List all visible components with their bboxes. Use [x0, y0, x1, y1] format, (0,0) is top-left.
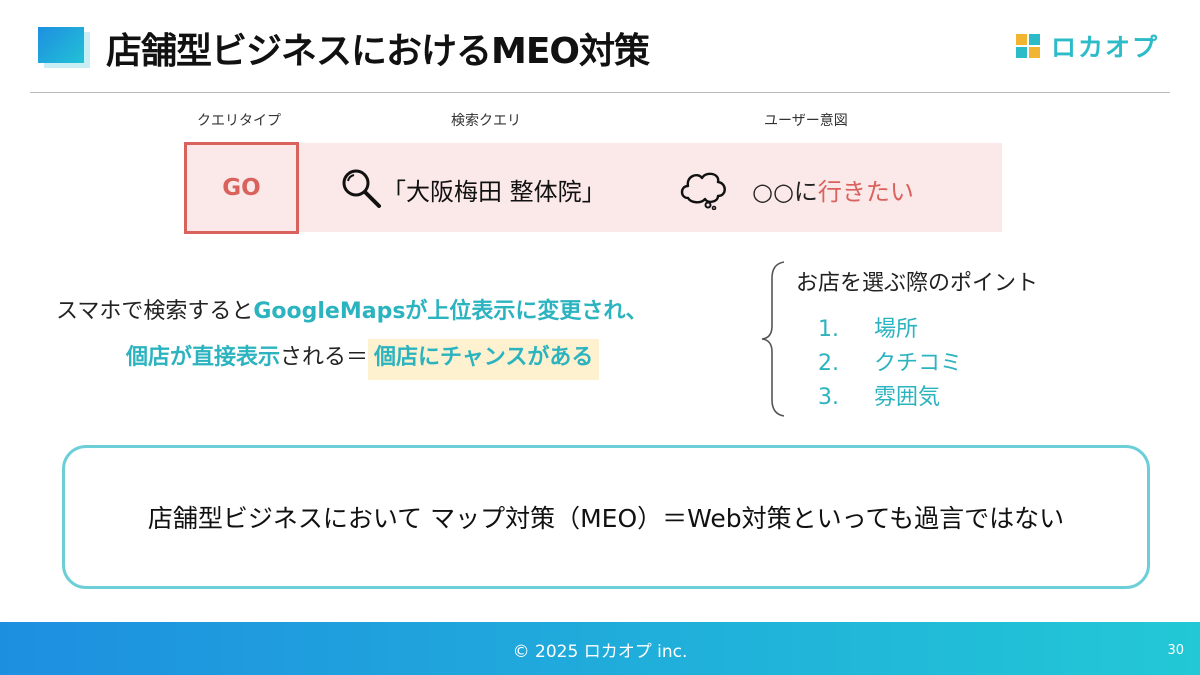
desc1-plain: スマホで検索すると: [56, 299, 254, 324]
query-type-box: GO: [184, 142, 299, 234]
query-type-label: クエリタイプ: [197, 113, 281, 129]
callout-text: 店舗型ビジネスにおいて マップ対策（MEO）＝Web対策といっても過言ではない: [147, 504, 1065, 533]
point-item: 1. 場所: [818, 311, 918, 343]
point-number: 3.: [818, 385, 839, 410]
conclusion-callout: 店舗型ビジネスにおいて マップ対策（MEO）＝Web対策といっても過言ではない: [62, 445, 1150, 589]
user-intent-label: ユーザー意図: [764, 113, 848, 129]
search-query-label: 検索クエリ: [451, 113, 521, 129]
desc2-emphasis: 個店が直接表示: [126, 345, 281, 370]
point-number: 1.: [818, 317, 839, 342]
desc1-emphasis: GoogleMapsが上位表示に変更され、: [253, 299, 648, 324]
intent-prefix: ○○に: [752, 178, 818, 206]
search-query-value: 「大阪梅田 整体院」: [382, 178, 606, 206]
page-title: 店舗型ビジネスにおけるMEO対策: [106, 31, 650, 72]
desc2-plain: される＝: [280, 345, 369, 370]
brand-logo: ロカオプ: [1016, 31, 1160, 62]
point-label: 場所: [874, 317, 919, 342]
point-label: 雰囲気: [874, 385, 941, 410]
point-item: 2. クチコミ: [818, 345, 962, 377]
logo-text: ロカオプ: [1051, 33, 1160, 62]
magnifier-icon: [342, 169, 381, 208]
points-title: お店を選ぶ際のポイント: [796, 271, 1039, 296]
point-number: 2.: [818, 351, 839, 376]
header-divider: [30, 92, 1170, 93]
page-number: 30: [1167, 643, 1184, 658]
description-line-1: スマホで検索するとGoogleMapsが上位表示に変更され、: [56, 293, 648, 325]
user-intent-value: ○○に行きたい: [752, 172, 914, 207]
point-item: 3. 雰囲気: [818, 379, 940, 411]
intent-highlight: 行きたい: [817, 178, 914, 206]
copyright-text: © 2025 ロカオプ inc.: [512, 642, 688, 662]
title-accent-mark: [38, 27, 84, 63]
query-type-value: GO: [222, 175, 261, 201]
description-line-2: 個店が直接表示される＝ 個店にチャンスがある: [126, 339, 600, 380]
desc2-highlight: 個店にチャンスがある: [368, 339, 600, 380]
thought-cloud-icon: [680, 172, 726, 210]
logo-blocks-icon: [1016, 33, 1041, 59]
footer-bar: © 2025 ロカオプ inc. 30: [0, 622, 1200, 675]
curly-brace-icon: [761, 261, 785, 417]
point-label: クチコミ: [874, 351, 963, 376]
